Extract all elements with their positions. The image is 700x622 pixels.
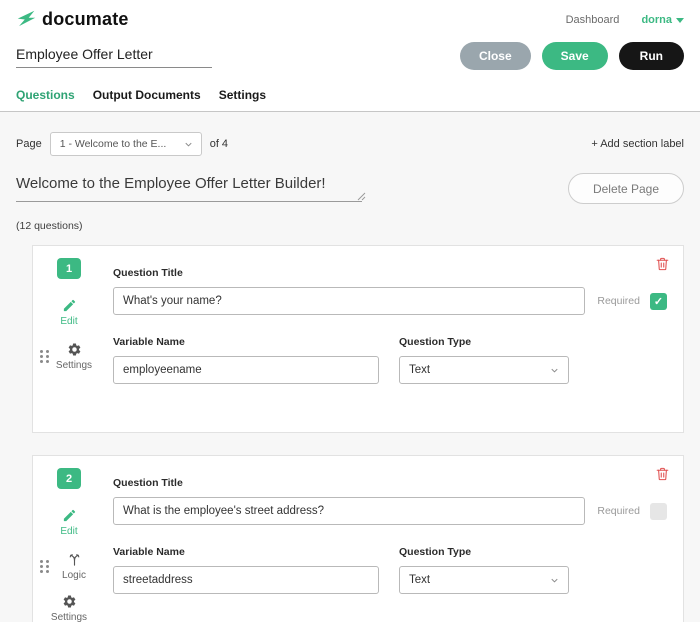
required-label: Required bbox=[597, 295, 640, 307]
document-toolbar: Close Save Run bbox=[0, 34, 700, 83]
question-count: (12 questions) bbox=[16, 220, 83, 232]
user-menu[interactable]: dorna bbox=[641, 14, 684, 26]
question-2-type-field: Question Type Text bbox=[399, 546, 569, 594]
edit-label: Edit bbox=[60, 526, 78, 537]
branch-icon bbox=[69, 554, 79, 566]
question-1-type-value: Text bbox=[409, 364, 431, 376]
question-card-2: 2 Edit Logic Settings Question Title Wha… bbox=[32, 455, 684, 622]
question-2-body: Question Title Required Variable Name Qu… bbox=[113, 456, 683, 622]
question-type-label: Question Type bbox=[399, 546, 472, 558]
question-1-meta-row: Variable Name Question Type Text bbox=[113, 336, 667, 384]
question-1-type-field: Question Type Text bbox=[399, 336, 569, 384]
question-1-type-select[interactable]: Text bbox=[399, 356, 569, 384]
documate-logo-icon bbox=[17, 10, 36, 27]
question-2-rail: 2 Edit Logic Settings bbox=[33, 456, 113, 622]
variable-name-label: Variable Name bbox=[113, 336, 185, 348]
question-1-rail-row: Settings bbox=[33, 342, 113, 371]
resize-handle-icon[interactable] bbox=[357, 188, 366, 201]
question-1-edit-button[interactable]: Edit bbox=[47, 298, 91, 327]
question-2-title-row: Required bbox=[113, 497, 667, 525]
caret-down-icon bbox=[676, 17, 684, 23]
question-2-required-group: Required bbox=[585, 502, 667, 520]
question-1-settings-button[interactable]: Settings bbox=[52, 342, 96, 371]
question-2-title-input[interactable] bbox=[113, 497, 585, 525]
drag-handle-icon[interactable] bbox=[40, 560, 49, 573]
run-button[interactable]: Run bbox=[618, 42, 684, 70]
question-2-delete-button[interactable] bbox=[655, 466, 670, 482]
page-select[interactable]: 1 - Welcome to the E... bbox=[49, 132, 202, 156]
edit-label: Edit bbox=[60, 316, 78, 327]
tab-settings[interactable]: Settings bbox=[219, 83, 266, 111]
tab-bar: Questions Output Documents Settings bbox=[0, 83, 700, 112]
chevron-down-icon bbox=[551, 578, 558, 583]
question-2-rail-row: Logic bbox=[33, 552, 113, 581]
page-count-label: of 4 bbox=[209, 138, 229, 150]
question-1-rail: 1 Edit Settings bbox=[33, 246, 113, 432]
question-2-logic-button[interactable]: Logic bbox=[52, 552, 96, 581]
question-title-label: Question Title bbox=[113, 267, 183, 279]
section-title-wrap bbox=[16, 173, 366, 202]
question-1-required-checkbox[interactable] bbox=[650, 292, 667, 310]
gear-icon bbox=[63, 595, 75, 608]
page-bar: Page 1 - Welcome to the E... of 4 + Add … bbox=[16, 132, 684, 156]
dashboard-link[interactable]: Dashboard bbox=[566, 14, 620, 26]
question-2-variable-input[interactable] bbox=[113, 566, 379, 594]
document-title-input[interactable] bbox=[16, 44, 212, 68]
drag-handle-icon[interactable] bbox=[40, 350, 49, 363]
chevron-down-icon bbox=[185, 142, 192, 147]
user-name: dorna bbox=[641, 13, 672, 26]
question-type-label: Question Type bbox=[399, 336, 472, 348]
pencil-icon bbox=[63, 509, 75, 522]
questions-panel: Page 1 - Welcome to the E... of 4 + Add … bbox=[0, 112, 700, 622]
question-2-type-select[interactable]: Text bbox=[399, 566, 569, 594]
logic-label: Logic bbox=[62, 570, 86, 581]
documate-logo: documate bbox=[16, 9, 129, 30]
save-button[interactable]: Save bbox=[541, 42, 608, 70]
question-2-type-value: Text bbox=[409, 574, 431, 586]
trash-icon bbox=[656, 257, 669, 271]
settings-label: Settings bbox=[50, 612, 88, 622]
top-nav: Dashboard dorna bbox=[566, 14, 684, 26]
question-2-settings-button[interactable]: Settings bbox=[47, 594, 91, 622]
logo-text: documate bbox=[42, 9, 129, 29]
gear-icon bbox=[68, 343, 80, 356]
section-title-row: Delete Page bbox=[16, 173, 684, 204]
toolbar-actions: Close Save Run bbox=[459, 42, 684, 70]
chevron-down-icon bbox=[551, 368, 558, 373]
question-1-required-group: Required bbox=[585, 292, 667, 310]
question-2-meta-row: Variable Name Question Type Text bbox=[113, 546, 667, 594]
close-button[interactable]: Close bbox=[459, 42, 531, 70]
top-bar: documate Dashboard dorna bbox=[0, 0, 700, 34]
question-title-label: Question Title bbox=[113, 477, 183, 489]
question-2-number-badge: 2 bbox=[57, 468, 81, 489]
page-selector-group: Page 1 - Welcome to the E... of 4 bbox=[16, 132, 228, 156]
question-1-body: Question Title Required Variable Name Qu… bbox=[113, 246, 683, 432]
question-1-delete-button[interactable] bbox=[655, 256, 670, 272]
page-select-value: 1 - Welcome to the E... bbox=[59, 138, 167, 150]
tab-questions[interactable]: Questions bbox=[16, 83, 75, 111]
question-1-title-input[interactable] bbox=[113, 287, 585, 315]
settings-label: Settings bbox=[55, 360, 93, 371]
tab-output-documents[interactable]: Output Documents bbox=[93, 83, 201, 111]
question-2-variable-field: Variable Name bbox=[113, 546, 379, 594]
question-1-number-badge: 1 bbox=[57, 258, 81, 279]
question-2-required-checkbox[interactable] bbox=[650, 502, 667, 520]
variable-name-label: Variable Name bbox=[113, 546, 185, 558]
required-label: Required bbox=[597, 505, 640, 517]
app-window: documate Dashboard dorna Close Save Run … bbox=[0, 0, 700, 622]
page-label: Page bbox=[16, 138, 42, 150]
trash-icon bbox=[656, 467, 669, 481]
question-1-variable-input[interactable] bbox=[113, 356, 379, 384]
question-card-1: 1 Edit Settings Question Title What's yo… bbox=[32, 245, 684, 433]
question-1-variable-field: Variable Name bbox=[113, 336, 379, 384]
question-2-edit-button[interactable]: Edit bbox=[47, 508, 91, 537]
add-section-label-link[interactable]: + Add section label bbox=[591, 138, 684, 150]
question-1-title-row: Required bbox=[113, 287, 667, 315]
pencil-icon bbox=[63, 299, 75, 312]
section-title-input[interactable] bbox=[16, 173, 362, 202]
delete-page-button[interactable]: Delete Page bbox=[567, 173, 684, 204]
